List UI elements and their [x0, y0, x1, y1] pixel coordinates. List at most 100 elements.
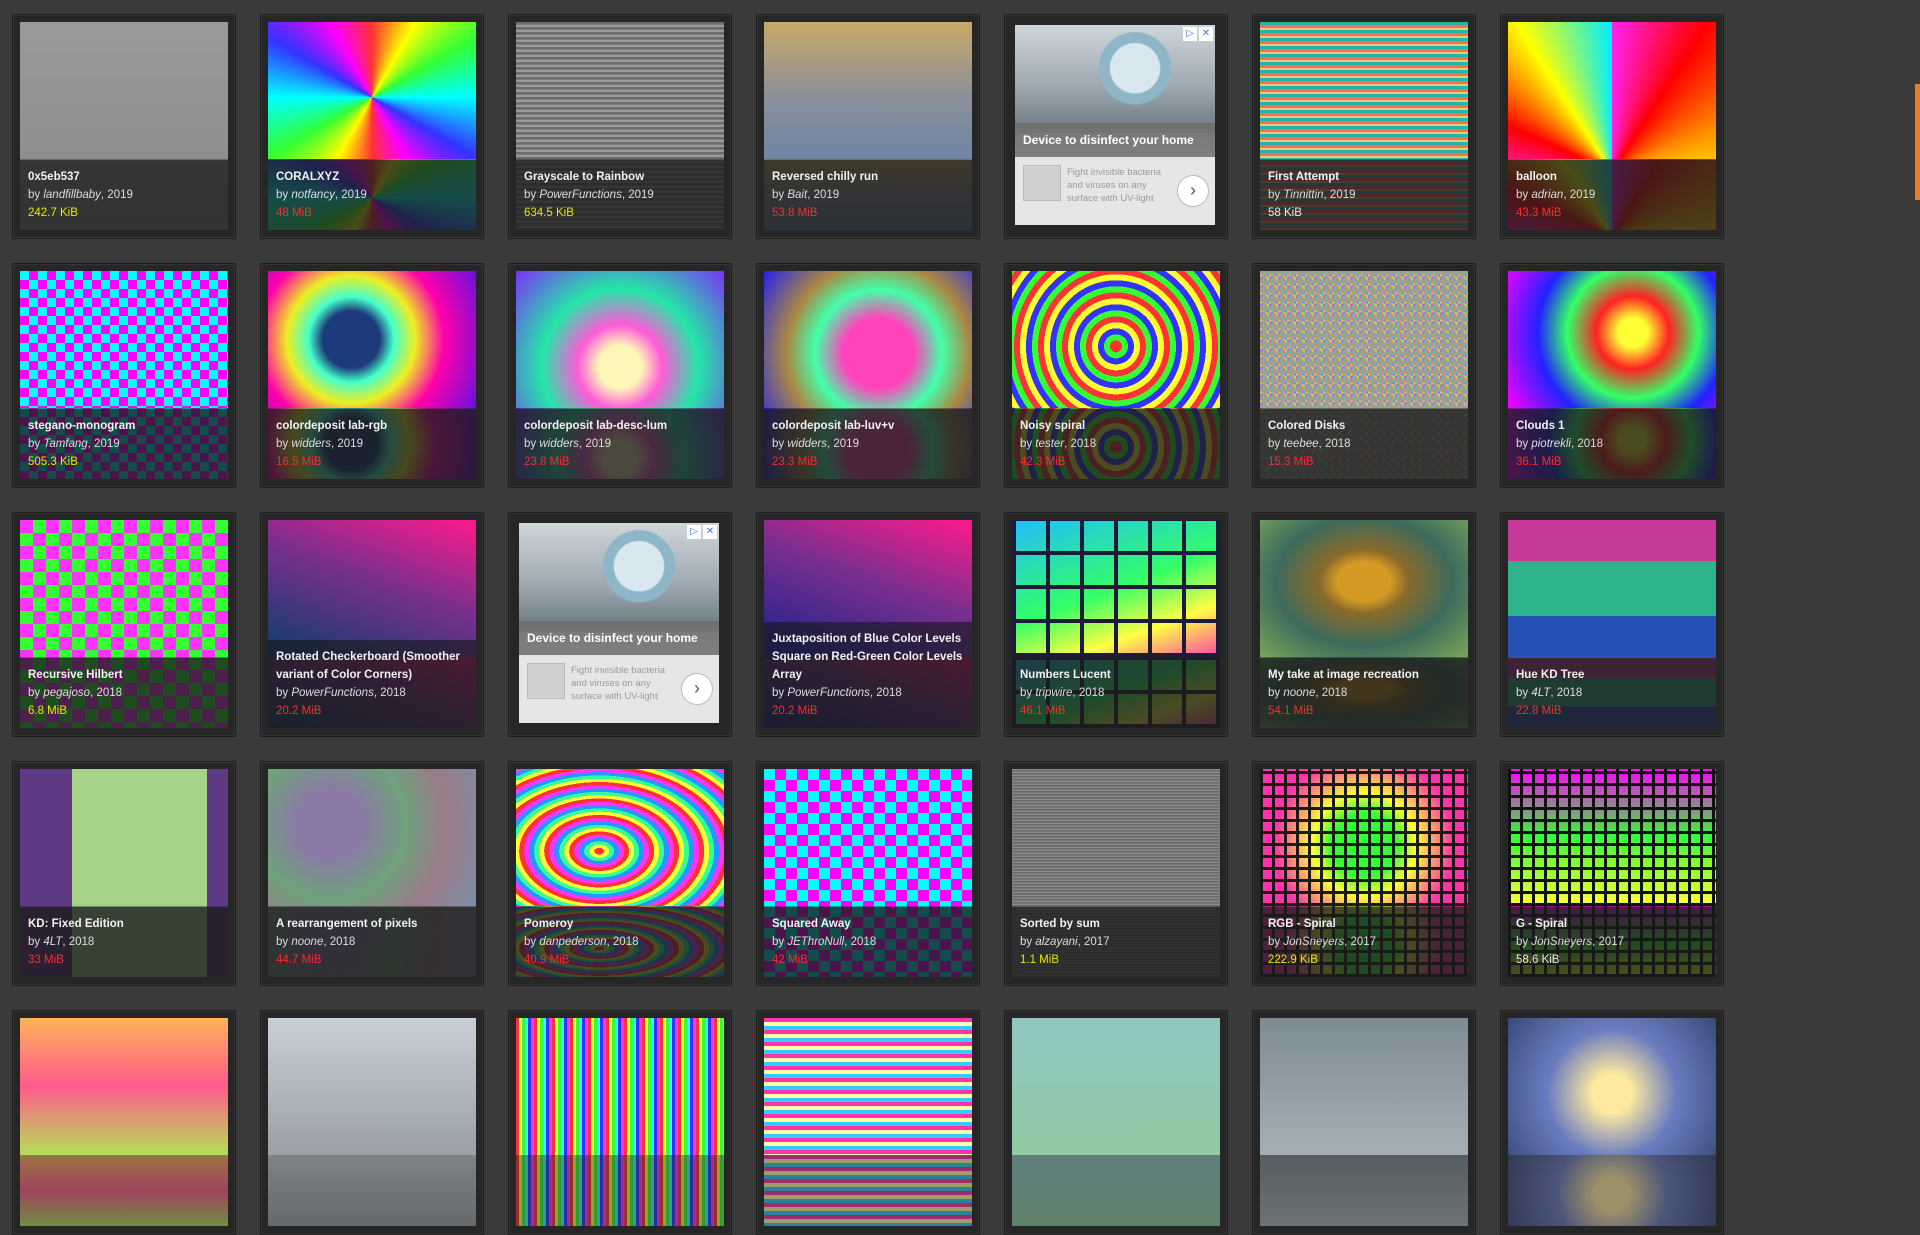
- author-link[interactable]: tester: [1035, 438, 1064, 450]
- artwork-title[interactable]: Grayscale to Rainbow: [524, 168, 716, 186]
- artwork-thumbnail[interactable]: [1260, 1018, 1468, 1226]
- gallery-card[interactable]: Pomeroy by danpederson, 2018 40.9 MiB: [508, 761, 732, 986]
- ad-banner[interactable]: Device to disinfect your home Fight invis…: [1015, 25, 1215, 225]
- chevron-right-icon[interactable]: ›: [681, 673, 713, 705]
- artwork-title[interactable]: Colored Disks: [1268, 417, 1460, 435]
- ad-banner[interactable]: Device to disinfect your home Fight invis…: [519, 523, 719, 723]
- author-link[interactable]: Tinnittin: [1283, 189, 1323, 201]
- artwork-title[interactable]: Sorted by sum: [1020, 915, 1212, 933]
- artwork-title[interactable]: balloon: [1516, 168, 1708, 186]
- adchoices-icon[interactable]: ▷: [687, 525, 701, 539]
- author-link[interactable]: widders: [539, 438, 579, 450]
- gallery-card[interactable]: My take at image recreation by noone, 201…: [1252, 512, 1476, 737]
- artwork-title[interactable]: Noisy spiral: [1020, 417, 1212, 435]
- gallery-card[interactable]: Hue KD Tree by 4LT, 2018 22.8 MiB: [1500, 512, 1724, 737]
- artwork-title[interactable]: Hue KD Tree: [1516, 666, 1708, 684]
- author-link[interactable]: teebee: [1283, 438, 1318, 450]
- chevron-right-icon[interactable]: ›: [1177, 175, 1209, 207]
- author-link[interactable]: landfillbaby: [43, 189, 101, 201]
- gallery-card[interactable]: 0x5eb537 by landfillbaby, 2019 242.7 KiB: [12, 14, 236, 239]
- author-link[interactable]: JonSneyers: [1531, 936, 1592, 948]
- artwork-title[interactable]: colordeposit lab-rgb: [276, 417, 468, 435]
- gallery-card-partial[interactable]: [12, 1010, 236, 1235]
- gallery-card[interactable]: RGB - Spiral by JonSneyers, 2017 222.9 KiB: [1252, 761, 1476, 986]
- artwork-title[interactable]: Recursive Hilbert: [28, 666, 220, 684]
- gallery-card[interactable]: Squared Away by JEThroNull, 2018 42 MiB: [756, 761, 980, 986]
- gallery-card[interactable]: stegano-monogram by Tamfang, 2019 505.3 Ki…: [12, 263, 236, 488]
- artwork-title[interactable]: Squared Away: [772, 915, 964, 933]
- author-link[interactable]: adrian: [1531, 189, 1563, 201]
- artwork-title[interactable]: colordeposit lab-desc-lum: [524, 417, 716, 435]
- artwork-title[interactable]: First Attempt: [1268, 168, 1460, 186]
- gallery-card[interactable]: Sorted by sum by alzayani, 2017 1.1 MiB: [1004, 761, 1228, 986]
- artwork-title[interactable]: KD: Fixed Edition: [28, 915, 220, 933]
- artwork-title[interactable]: CORALXYZ: [276, 168, 468, 186]
- artwork-thumbnail[interactable]: [1012, 1018, 1220, 1226]
- ad-card[interactable]: Device to disinfect your home Fight invis…: [508, 512, 732, 737]
- author-link[interactable]: noone: [1283, 687, 1315, 699]
- artwork-title[interactable]: A rearrangement of pixels: [276, 915, 468, 933]
- gallery-card[interactable]: Rotated Checkerboard (Smoother variant o…: [260, 512, 484, 737]
- author-link[interactable]: danpederson: [539, 936, 606, 948]
- artwork-thumbnail[interactable]: [1508, 1018, 1716, 1226]
- author-link[interactable]: PowerFunctions: [291, 687, 373, 699]
- author-link[interactable]: PowerFunctions: [539, 189, 621, 201]
- author-link[interactable]: tripwire: [1035, 687, 1072, 699]
- artwork-title[interactable]: 0x5eb537: [28, 168, 220, 186]
- artwork-title[interactable]: G - Spiral: [1516, 915, 1708, 933]
- author-link[interactable]: noone: [291, 936, 323, 948]
- author-link[interactable]: PowerFunctions: [787, 687, 869, 699]
- author-link[interactable]: Bait: [787, 189, 807, 201]
- artwork-thumbnail[interactable]: [268, 1018, 476, 1226]
- gallery-card[interactable]: Recursive Hilbert by pegajoso, 2018 6.8 Mi…: [12, 512, 236, 737]
- gallery-card-partial[interactable]: [260, 1010, 484, 1235]
- author-link[interactable]: JEThroNull: [787, 936, 844, 948]
- artwork-title[interactable]: Juxtaposition of Blue Color Levels Squar…: [772, 630, 964, 684]
- artwork-title[interactable]: stegano-monogram: [28, 417, 220, 435]
- gallery-card-partial[interactable]: [1004, 1010, 1228, 1235]
- gallery-card[interactable]: G - Spiral by JonSneyers, 2017 58.6 KiB: [1500, 761, 1724, 986]
- artwork-title[interactable]: Numbers Lucent: [1020, 666, 1212, 684]
- gallery-card[interactable]: colordeposit lab-rgb by widders, 2019 16.5…: [260, 263, 484, 488]
- author-link[interactable]: widders: [787, 438, 827, 450]
- artwork-thumbnail[interactable]: [516, 1018, 724, 1226]
- gallery-card[interactable]: Reversed chilly run by Bait, 2019 53.8 MiB: [756, 14, 980, 239]
- scrollbar-thumb[interactable]: [1915, 84, 1920, 200]
- author-link[interactable]: 4LT: [1531, 687, 1550, 699]
- gallery-card[interactable]: colordeposit lab-desc-lum by widders, 201…: [508, 263, 732, 488]
- close-icon[interactable]: ✕: [703, 525, 717, 539]
- gallery-card[interactable]: KD: Fixed Edition by 4LT, 2018 33 MiB: [12, 761, 236, 986]
- ad-card[interactable]: Device to disinfect your home Fight invis…: [1004, 14, 1228, 239]
- gallery-card[interactable]: balloon by adrian, 2019 43.3 MiB: [1500, 14, 1724, 239]
- close-icon[interactable]: ✕: [1199, 27, 1213, 41]
- author-link[interactable]: Tamfang: [43, 438, 87, 450]
- artwork-title[interactable]: colordeposit lab-luv+v: [772, 417, 964, 435]
- author-link[interactable]: alzayani: [1035, 936, 1077, 948]
- gallery-card[interactable]: First Attempt by Tinnittin, 2019 58 KiB: [1252, 14, 1476, 239]
- artwork-title[interactable]: Clouds 1: [1516, 417, 1708, 435]
- gallery-card[interactable]: CORALXYZ by notfancy, 2019 48 MiB: [260, 14, 484, 239]
- artwork-title[interactable]: RGB - Spiral: [1268, 915, 1460, 933]
- author-link[interactable]: piotrekli: [1531, 438, 1571, 450]
- artwork-thumbnail[interactable]: [20, 1018, 228, 1226]
- gallery-card[interactable]: Clouds 1 by piotrekli, 2018 36.1 MiB: [1500, 263, 1724, 488]
- gallery-card-partial[interactable]: [756, 1010, 980, 1235]
- artwork-title[interactable]: Rotated Checkerboard (Smoother variant o…: [276, 648, 468, 684]
- author-link[interactable]: widders: [291, 438, 331, 450]
- artwork-thumbnail[interactable]: [764, 1018, 972, 1226]
- author-link[interactable]: notfancy: [291, 189, 334, 201]
- gallery-card-partial[interactable]: [508, 1010, 732, 1235]
- gallery-card[interactable]: Numbers Lucent by tripwire, 2018 46.1 MiB: [1004, 512, 1228, 737]
- gallery-card[interactable]: Grayscale to Rainbow by PowerFunctions, 2…: [508, 14, 732, 239]
- gallery-card-partial[interactable]: [1500, 1010, 1724, 1235]
- gallery-card[interactable]: A rearrangement of pixels by noone, 2018 4…: [260, 761, 484, 986]
- author-link[interactable]: pegajoso: [43, 687, 90, 699]
- gallery-card[interactable]: Juxtaposition of Blue Color Levels Squar…: [756, 512, 980, 737]
- gallery-card[interactable]: Colored Disks by teebee, 2018 15.3 MiB: [1252, 263, 1476, 488]
- adchoices-icon[interactable]: ▷: [1183, 27, 1197, 41]
- artwork-title[interactable]: My take at image recreation: [1268, 666, 1460, 684]
- author-link[interactable]: JonSneyers: [1283, 936, 1344, 948]
- gallery-card[interactable]: colordeposit lab-luv+v by widders, 2019 23…: [756, 263, 980, 488]
- author-link[interactable]: 4LT: [43, 936, 62, 948]
- gallery-card[interactable]: Noisy spiral by tester, 2018 42.3 MiB: [1004, 263, 1228, 488]
